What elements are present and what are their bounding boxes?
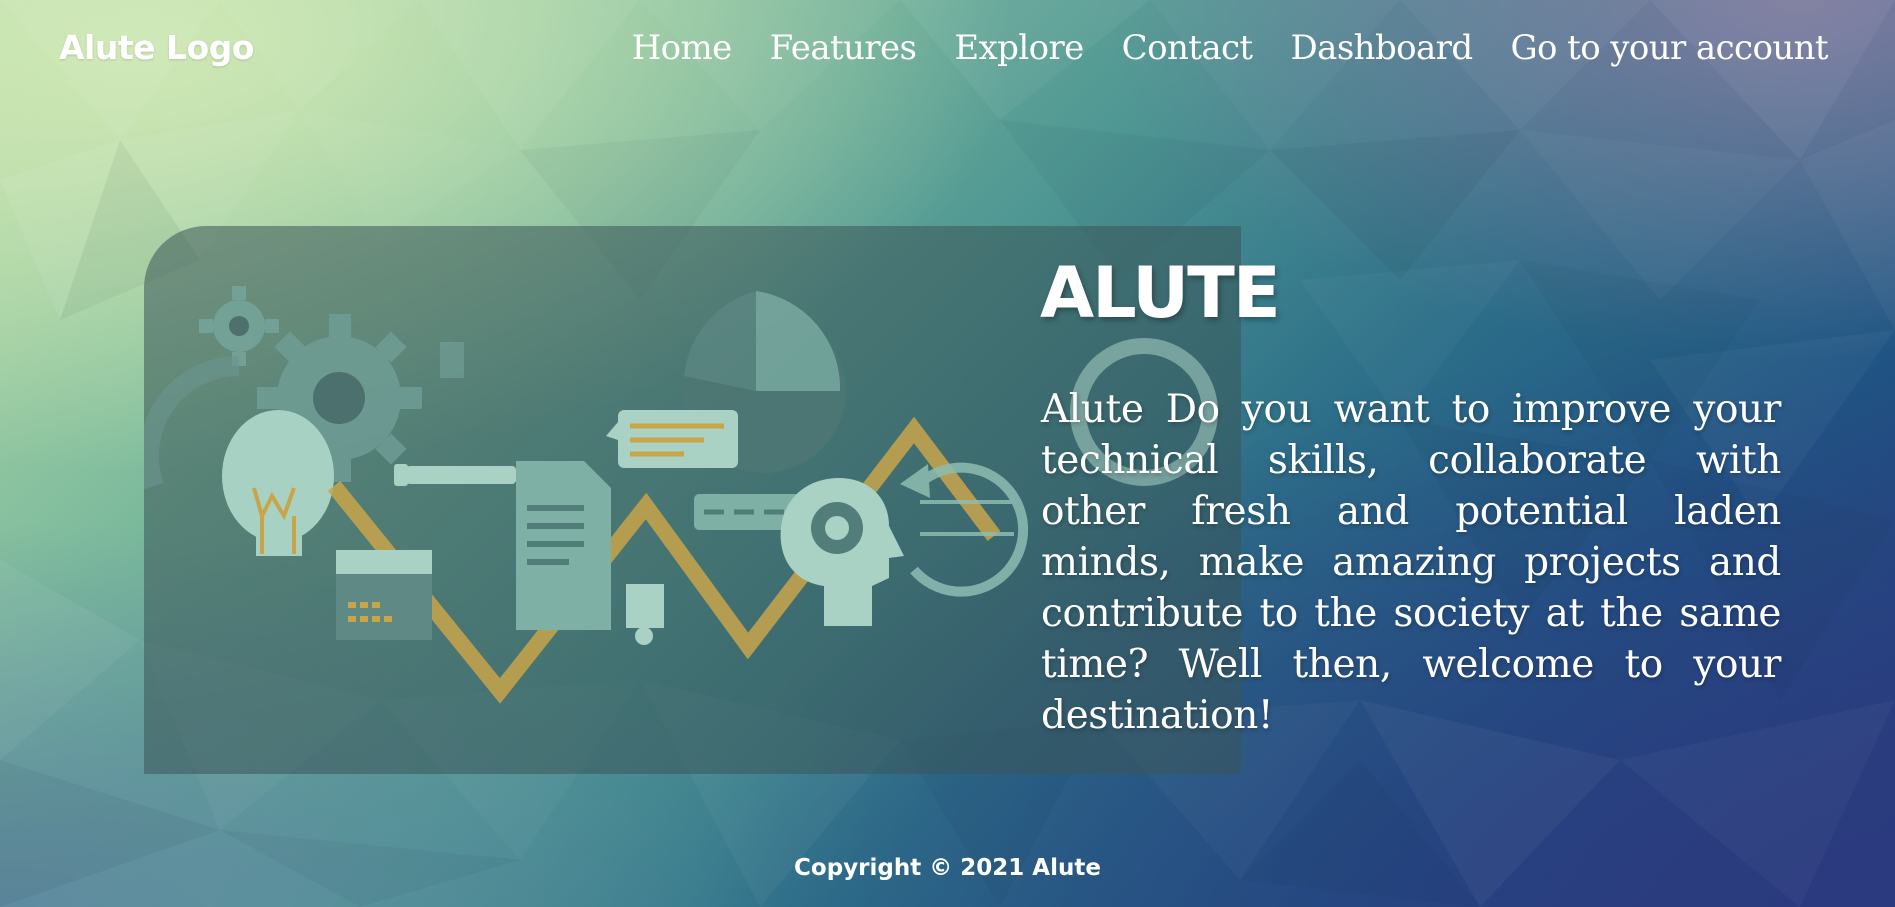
- calendar-icon: [336, 550, 432, 640]
- puzzle-icon: [626, 584, 664, 645]
- nav-features-link[interactable]: Features: [770, 28, 917, 68]
- small-gear-icon: [199, 286, 279, 366]
- nav-contact-link[interactable]: Contact: [1122, 28, 1253, 68]
- nav-account-link[interactable]: Go to your account: [1511, 28, 1829, 68]
- main-nav: Home Features Explore Contact Dashboard …: [632, 28, 1829, 68]
- nav-dashboard-link[interactable]: Dashboard: [1291, 28, 1474, 68]
- head-gear-icon: [780, 478, 904, 626]
- chat-bubble-icon: [606, 410, 738, 468]
- footer-copyright: Copyright © 2021 Alute: [794, 855, 1101, 881]
- nav-explore-link[interactable]: Explore: [954, 28, 1084, 68]
- hero-description: Alute Do you want to improve your techni…: [1041, 387, 1781, 738]
- nav-home-link[interactable]: Home: [632, 28, 733, 68]
- site-logo[interactable]: Alute Logo: [59, 28, 254, 67]
- document-icon: [516, 461, 611, 630]
- hero-title: ALUTE: [1040, 252, 1281, 334]
- lightbulb-icon: [222, 410, 334, 556]
- box-shape: [440, 342, 464, 378]
